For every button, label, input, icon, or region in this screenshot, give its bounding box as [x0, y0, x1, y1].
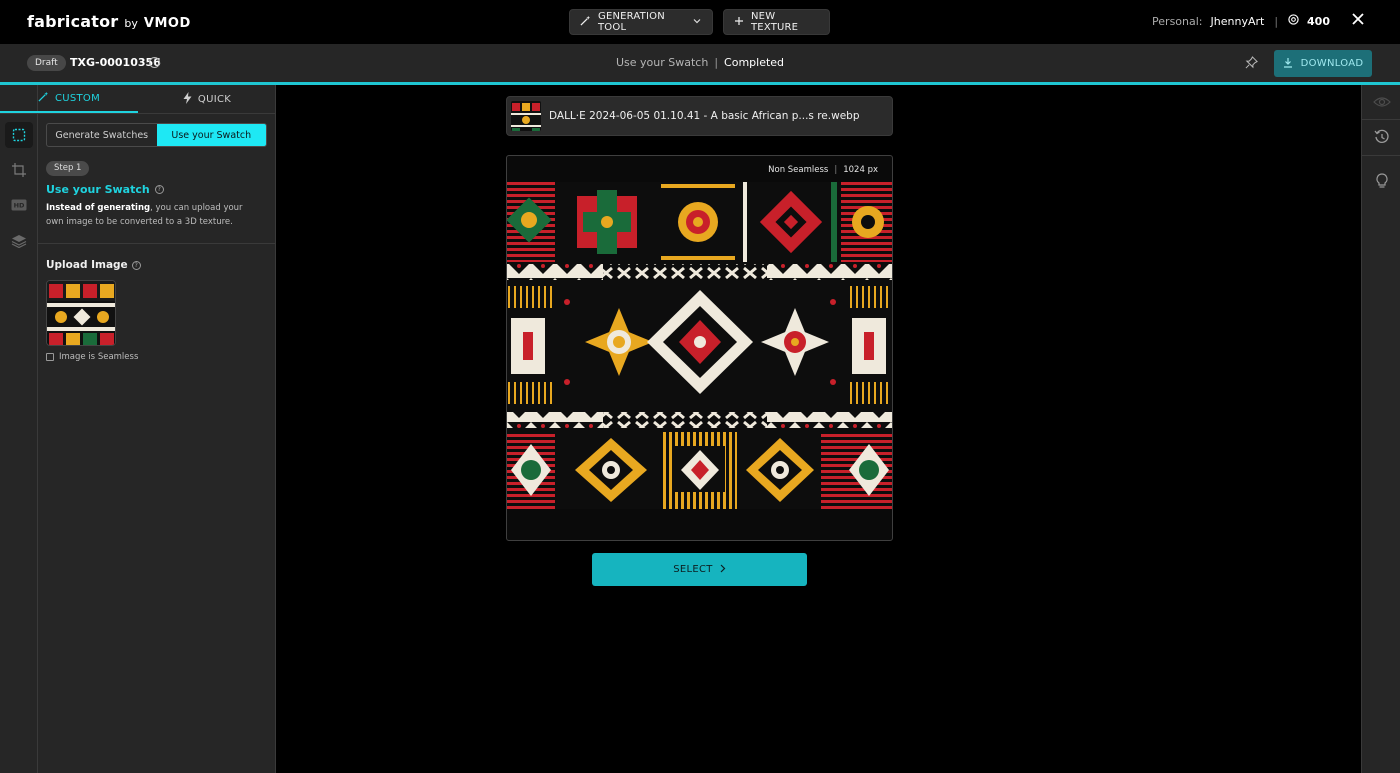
- file-thumbnail: [511, 101, 541, 131]
- svg-text:HD: HD: [14, 202, 25, 210]
- select-button[interactable]: SELECT: [592, 553, 807, 586]
- texture-header: Draft TXG-00010356 i Use your Swatch | Com…: [0, 44, 1400, 82]
- step-badge: Step 1: [46, 161, 90, 176]
- texture-image: [507, 182, 892, 509]
- status-label: Completed: [724, 56, 785, 69]
- texture-status: Use your Swatch | Completed: [0, 56, 1400, 69]
- chevron-right-icon: [719, 564, 726, 576]
- lightning-icon: [183, 91, 192, 107]
- download-button[interactable]: DOWNLOAD: [1274, 50, 1372, 77]
- seamless-checkbox[interactable]: [46, 353, 54, 361]
- seamless-label: Image is Seamless: [59, 352, 139, 362]
- step-title-text: Use your Swatch: [46, 183, 150, 196]
- use-your-swatch-option[interactable]: Use your Swatch: [156, 124, 266, 146]
- logo-by: by: [124, 17, 138, 30]
- pin-icon[interactable]: [1245, 56, 1259, 70]
- preview-meta: Non Seamless | 1024 px: [768, 165, 878, 175]
- mode-tabs: CUSTOM QUICK: [0, 85, 276, 114]
- meta-separator: |: [834, 165, 838, 175]
- history-icon[interactable]: [1372, 127, 1392, 147]
- help-icon[interactable]: ?: [131, 260, 141, 270]
- top-bar: fabricator by VMOD GENERATION TOOL NEW T…: [0, 0, 1400, 44]
- username[interactable]: JhennyArt: [1211, 15, 1265, 28]
- hd-icon[interactable]: HD: [5, 192, 33, 218]
- seamless-checkbox-row: Image is Seamless: [46, 352, 138, 362]
- help-icon[interactable]: ?: [154, 185, 164, 194]
- top-actions: GENERATION TOOL NEW TEXTURE: [569, 9, 830, 35]
- new-texture-button[interactable]: NEW TEXTURE: [723, 9, 830, 35]
- personal-label: Personal:: [1152, 14, 1203, 28]
- tab-quick[interactable]: QUICK: [138, 85, 276, 113]
- close-icon[interactable]: [1350, 11, 1366, 31]
- seamless-status: Non Seamless: [768, 165, 829, 175]
- lightbulb-icon[interactable]: [1372, 171, 1392, 191]
- plus-icon: [734, 16, 744, 29]
- right-tool-rail: [1361, 85, 1400, 773]
- generation-tool-label: GENERATION TOOL: [598, 11, 665, 33]
- upload-title-text: Upload Image: [46, 259, 128, 271]
- credits-count: 400: [1307, 14, 1330, 28]
- new-texture-label: NEW TEXTURE: [751, 11, 799, 33]
- magic-wand-icon: [580, 15, 591, 29]
- desc-bold: Instead of generating: [46, 203, 151, 213]
- uploaded-image-thumbnail[interactable]: [46, 280, 116, 346]
- crop-icon[interactable]: [5, 157, 33, 183]
- tab-custom[interactable]: CUSTOM: [0, 85, 138, 113]
- chevron-down-icon: [692, 16, 702, 29]
- select-area-icon[interactable]: [5, 122, 33, 148]
- section-divider: [38, 243, 276, 244]
- separator: |: [1274, 14, 1279, 28]
- file-bar: DALL·E 2024-06-05 01.10.41 - A basic Afr…: [506, 96, 893, 136]
- generate-swatches-option[interactable]: Generate Swatches: [47, 124, 157, 146]
- download-icon: [1283, 57, 1293, 71]
- magic-wand-icon: [38, 91, 49, 105]
- step-description: Instead of generating, you can upload yo…: [46, 201, 261, 229]
- download-label: DOWNLOAD: [1300, 58, 1364, 69]
- rail-divider: [1362, 155, 1400, 156]
- upload-title: Upload Image ?: [46, 259, 141, 271]
- credits-icon: [1288, 14, 1299, 28]
- account-info: Personal: JhennyArt | 400: [1152, 14, 1330, 28]
- settings-panel: CUSTOM QUICK Generate Swatches Use your …: [0, 85, 276, 773]
- app-logo[interactable]: fabricator by VMOD: [27, 12, 191, 31]
- eye-icon[interactable]: [1372, 92, 1392, 112]
- tab-quick-label: QUICK: [197, 93, 232, 105]
- swatch-mode-toggle: Generate Swatches Use your Swatch: [46, 123, 267, 147]
- rail-divider: [1362, 119, 1400, 120]
- logo-brand: VMOD: [143, 16, 191, 31]
- select-label: SELECT: [673, 564, 713, 575]
- layers-icon[interactable]: [5, 228, 33, 254]
- tab-custom-label: CUSTOM: [54, 92, 101, 104]
- logo-wordmark: fabricator: [27, 12, 119, 31]
- mode-label: Use your Swatch: [615, 56, 709, 69]
- step-title: Use your Swatch ?: [46, 183, 164, 196]
- generation-tool-button[interactable]: GENERATION TOOL: [569, 9, 713, 35]
- status-divider: |: [714, 56, 719, 69]
- resolution: 1024 px: [843, 165, 878, 175]
- tool-rail: HD: [0, 85, 38, 773]
- texture-preview: Non Seamless | 1024 px: [506, 155, 893, 541]
- file-name: DALL·E 2024-06-05 01.10.41 - A basic Afr…: [549, 110, 860, 122]
- main-canvas: DALL·E 2024-06-05 01.10.41 - A basic Afr…: [276, 85, 1361, 773]
